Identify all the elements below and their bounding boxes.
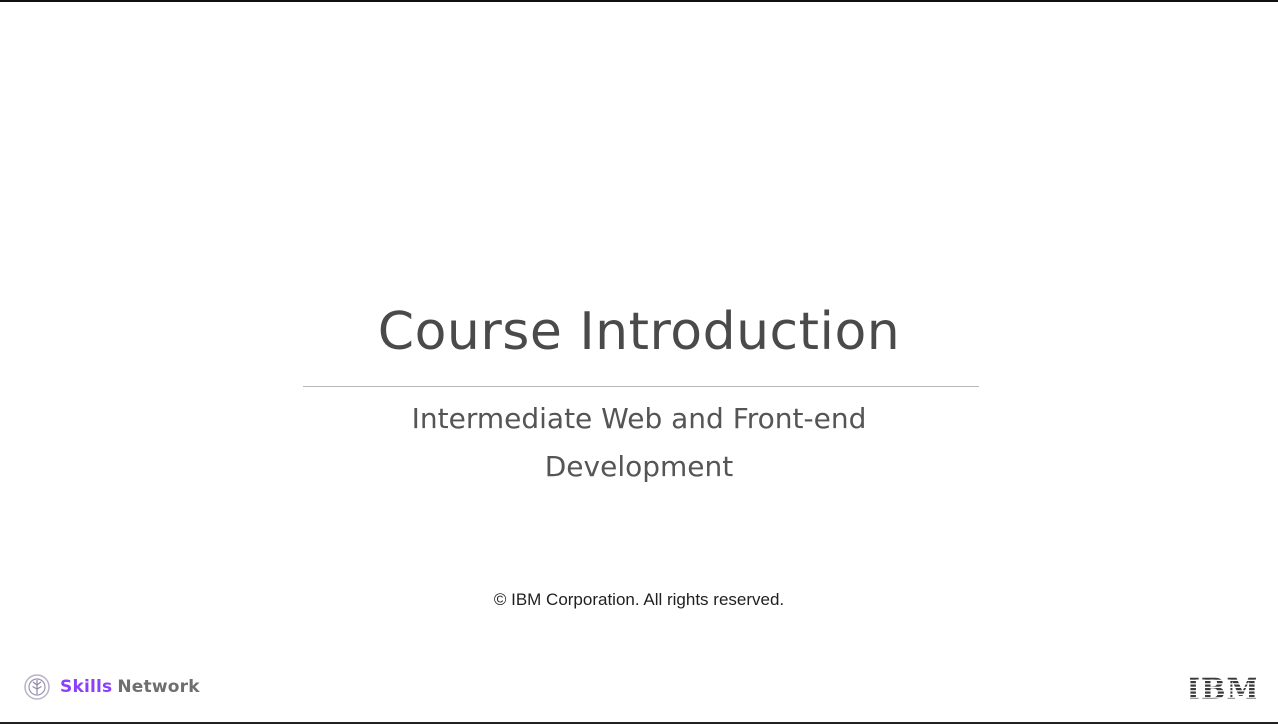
- subtitle-line-2: Development: [544, 450, 734, 483]
- copyright-notice: © IBM Corporation. All rights reserved.: [493, 590, 785, 609]
- network-word: Network: [117, 677, 200, 697]
- skills-word: Skills: [60, 677, 113, 697]
- presentation-slide: Course Introduction Intermediate Web and…: [0, 2, 1278, 722]
- slide-subtitle: Intermediate Web and Front-end Developme…: [0, 395, 1278, 491]
- slide-title: Course Introduction: [377, 302, 901, 362]
- skills-network-logo-icon: [24, 674, 50, 700]
- title-divider: [303, 386, 979, 387]
- subtitle-line-1: Intermediate Web and Front-end: [411, 402, 867, 435]
- skills-network-logo: Skills Network: [24, 672, 200, 702]
- ibm-logo-icon: IBM: [1190, 674, 1256, 702]
- skills-network-wordmark: Skills Network: [60, 677, 200, 697]
